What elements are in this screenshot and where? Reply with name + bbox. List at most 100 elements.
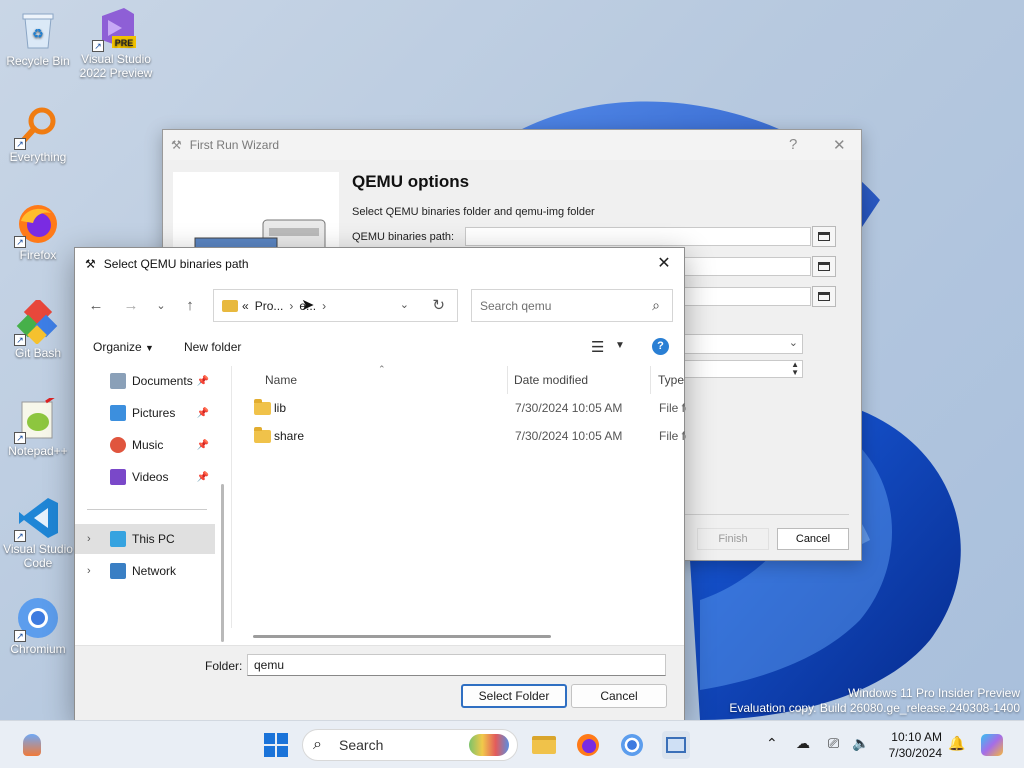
- folder-icon: [254, 399, 271, 415]
- address-bar[interactable]: « Pro... › e... › ⌄ ↻: [213, 289, 458, 322]
- nav-item-videos[interactable]: Videos 📌: [75, 462, 215, 492]
- taskbar-search[interactable]: ⌕ Search: [302, 729, 518, 761]
- column-header-name[interactable]: Name: [265, 366, 297, 394]
- desktop-icon-recycle-bin[interactable]: ♻ Recycle Bin: [0, 8, 76, 68]
- wizard-taskbar-button[interactable]: [662, 731, 690, 759]
- app-window-icon: [666, 737, 686, 753]
- start-button[interactable]: [262, 731, 290, 759]
- arrow-left-icon: ←: [88, 297, 104, 314]
- caret-down-icon[interactable]: ▼: [615, 340, 625, 351]
- svg-text:♻: ♻: [32, 26, 44, 41]
- organize-button[interactable]: Organize ▼: [93, 340, 154, 354]
- dialog-title: Select QEMU binaries path: [103, 257, 249, 271]
- desktop-icon-everything[interactable]: ↗ Everything: [0, 104, 76, 164]
- file-list-scrollbar[interactable]: [253, 635, 551, 638]
- mouse-cursor-icon: ➤: [301, 297, 315, 314]
- chevron-right-icon[interactable]: ›: [87, 565, 91, 577]
- wizard-help-button[interactable]: ?: [789, 136, 797, 153]
- desktop-icon-firefox[interactable]: ↗ Firefox: [0, 202, 76, 262]
- address-dropdown-icon[interactable]: ⌄: [400, 298, 409, 311]
- folder-icon: [818, 262, 830, 271]
- column-divider[interactable]: [507, 366, 508, 394]
- search-highlight-icon: [469, 734, 509, 756]
- pin-icon: 📌: [196, 471, 209, 483]
- chevron-right-icon[interactable]: ›: [87, 533, 91, 545]
- help-icon[interactable]: ?: [652, 338, 669, 355]
- item-name: share: [274, 429, 305, 443]
- taskbar: ⌕ Search ⌃ ☁ ⎚ 🔈 10:10 AM 7/30/2024 🔔: [0, 720, 1024, 768]
- binaries-browse-button[interactable]: [812, 226, 836, 247]
- copilot-button[interactable]: [978, 731, 1006, 759]
- view-options-icon[interactable]: ☰: [591, 338, 604, 356]
- desktop-icon-vscode[interactable]: ↗ Visual Studio Code: [0, 496, 76, 570]
- wizard-combo-box[interactable]: ⌄: [683, 334, 803, 354]
- shortcut-arrow-icon: ↗: [14, 630, 26, 642]
- wizard-finish-button[interactable]: Finish: [697, 528, 769, 550]
- wizard-subtitle: Select QEMU binaries folder and qemu-img…: [352, 206, 595, 218]
- notepad-plus-plus-icon: ↗: [14, 398, 60, 444]
- binaries-path-label: QEMU binaries path:: [352, 231, 455, 243]
- select-folder-button[interactable]: Select Folder: [461, 684, 567, 708]
- show-hidden-icons-button[interactable]: ⌃: [766, 735, 778, 752]
- chromium-taskbar-button[interactable]: [618, 731, 646, 759]
- documents-icon: [110, 373, 126, 389]
- nav-item-network[interactable]: › Network: [75, 556, 215, 586]
- up-button[interactable]: ↑: [179, 296, 201, 316]
- desktop-icon-git-bash[interactable]: ↗ Git Bash: [0, 300, 76, 360]
- dialog-close-button[interactable]: ✕: [652, 252, 676, 276]
- wizard-cancel-button[interactable]: Cancel: [777, 528, 849, 550]
- nav-item-pictures[interactable]: Pictures 📌: [75, 398, 215, 428]
- binaries-path-field[interactable]: [465, 227, 811, 246]
- qemu-img-browse-button[interactable]: [812, 256, 836, 277]
- navigation-bar: ← → ⌄ ↑ « Pro... › e... › ⌄ ↻ Search qem…: [75, 288, 684, 324]
- list-item[interactable]: lib 7/30/2024 10:05 AM File folder: [232, 394, 686, 422]
- nav-item-documents[interactable]: Documents 📌: [75, 366, 215, 396]
- desktop-icon-chromium[interactable]: ↗ Chromium: [0, 596, 76, 656]
- git-bash-icon: ↗: [14, 300, 60, 346]
- notification-bell-icon[interactable]: 🔔: [948, 735, 965, 752]
- recent-locations-button[interactable]: ⌄: [150, 296, 172, 316]
- folder-icon: [818, 232, 830, 241]
- nav-item-music[interactable]: Music 📌: [75, 430, 215, 460]
- wand-icon: ⚒: [85, 257, 96, 271]
- widgets-button[interactable]: [18, 731, 46, 759]
- search-box[interactable]: Search qemu ⌕: [471, 289, 673, 322]
- new-folder-button[interactable]: New folder: [184, 340, 241, 354]
- firefox-taskbar-button[interactable]: [574, 731, 602, 759]
- desktop-icon-notepad-plus-plus[interactable]: ↗ Notepad++: [0, 398, 76, 458]
- folder-input[interactable]: qemu: [247, 654, 666, 676]
- dialog-titlebar: ⚒ Select QEMU binaries path: [75, 248, 684, 280]
- network-status-icon[interactable]: ⎚: [828, 735, 839, 752]
- clock[interactable]: 10:10 AM 7/30/2024: [884, 729, 942, 761]
- wizard-close-button[interactable]: ✕: [833, 136, 846, 154]
- desktop-icon-visual-studio-preview[interactable]: PRE ↗ Visual Studio 2022 Preview: [78, 6, 154, 80]
- shortcut-arrow-icon: ↗: [14, 236, 26, 248]
- firefox-icon: ↗: [14, 202, 60, 248]
- refresh-icon[interactable]: ↻: [432, 296, 445, 314]
- copilot-pre-icon: [981, 734, 1003, 756]
- forward-button[interactable]: →: [120, 296, 142, 316]
- volume-icon[interactable]: 🔈: [852, 735, 869, 752]
- third-browse-button[interactable]: [812, 286, 836, 307]
- navigation-pane: Documents 📌 Pictures 📌 Music 📌 Videos 📌 …: [75, 366, 215, 646]
- file-explorer-button[interactable]: [530, 731, 558, 759]
- nav-item-this-pc[interactable]: › This PC: [75, 524, 215, 554]
- column-header-date[interactable]: Date modified: [514, 366, 588, 394]
- column-divider[interactable]: [650, 366, 651, 394]
- item-type: File folder: [659, 401, 686, 415]
- everything-search-icon: ↗: [14, 104, 60, 150]
- file-list: ⌃ Name Date modified Type lib 7/30/2024 …: [231, 364, 686, 628]
- visual-studio-preview-icon: PRE ↗: [92, 6, 138, 52]
- breadcrumb-overflow[interactable]: «: [242, 299, 249, 313]
- wizard-spin-box[interactable]: ▲ ▼: [683, 360, 803, 378]
- list-item[interactable]: share 7/30/2024 10:05 AM File folder: [232, 422, 686, 450]
- breadcrumb-item[interactable]: Pro...: [255, 299, 284, 313]
- onedrive-icon[interactable]: ☁: [796, 735, 810, 752]
- column-header-type[interactable]: Type: [658, 366, 684, 394]
- spin-arrows-icon: ▲ ▼: [791, 360, 799, 377]
- nav-pane-scrollbar[interactable]: [221, 484, 224, 642]
- cancel-button[interactable]: Cancel: [571, 684, 667, 708]
- back-button[interactable]: ←: [85, 296, 107, 316]
- folder-label: Folder:: [205, 659, 243, 673]
- search-input[interactable]: Search qemu: [480, 299, 551, 313]
